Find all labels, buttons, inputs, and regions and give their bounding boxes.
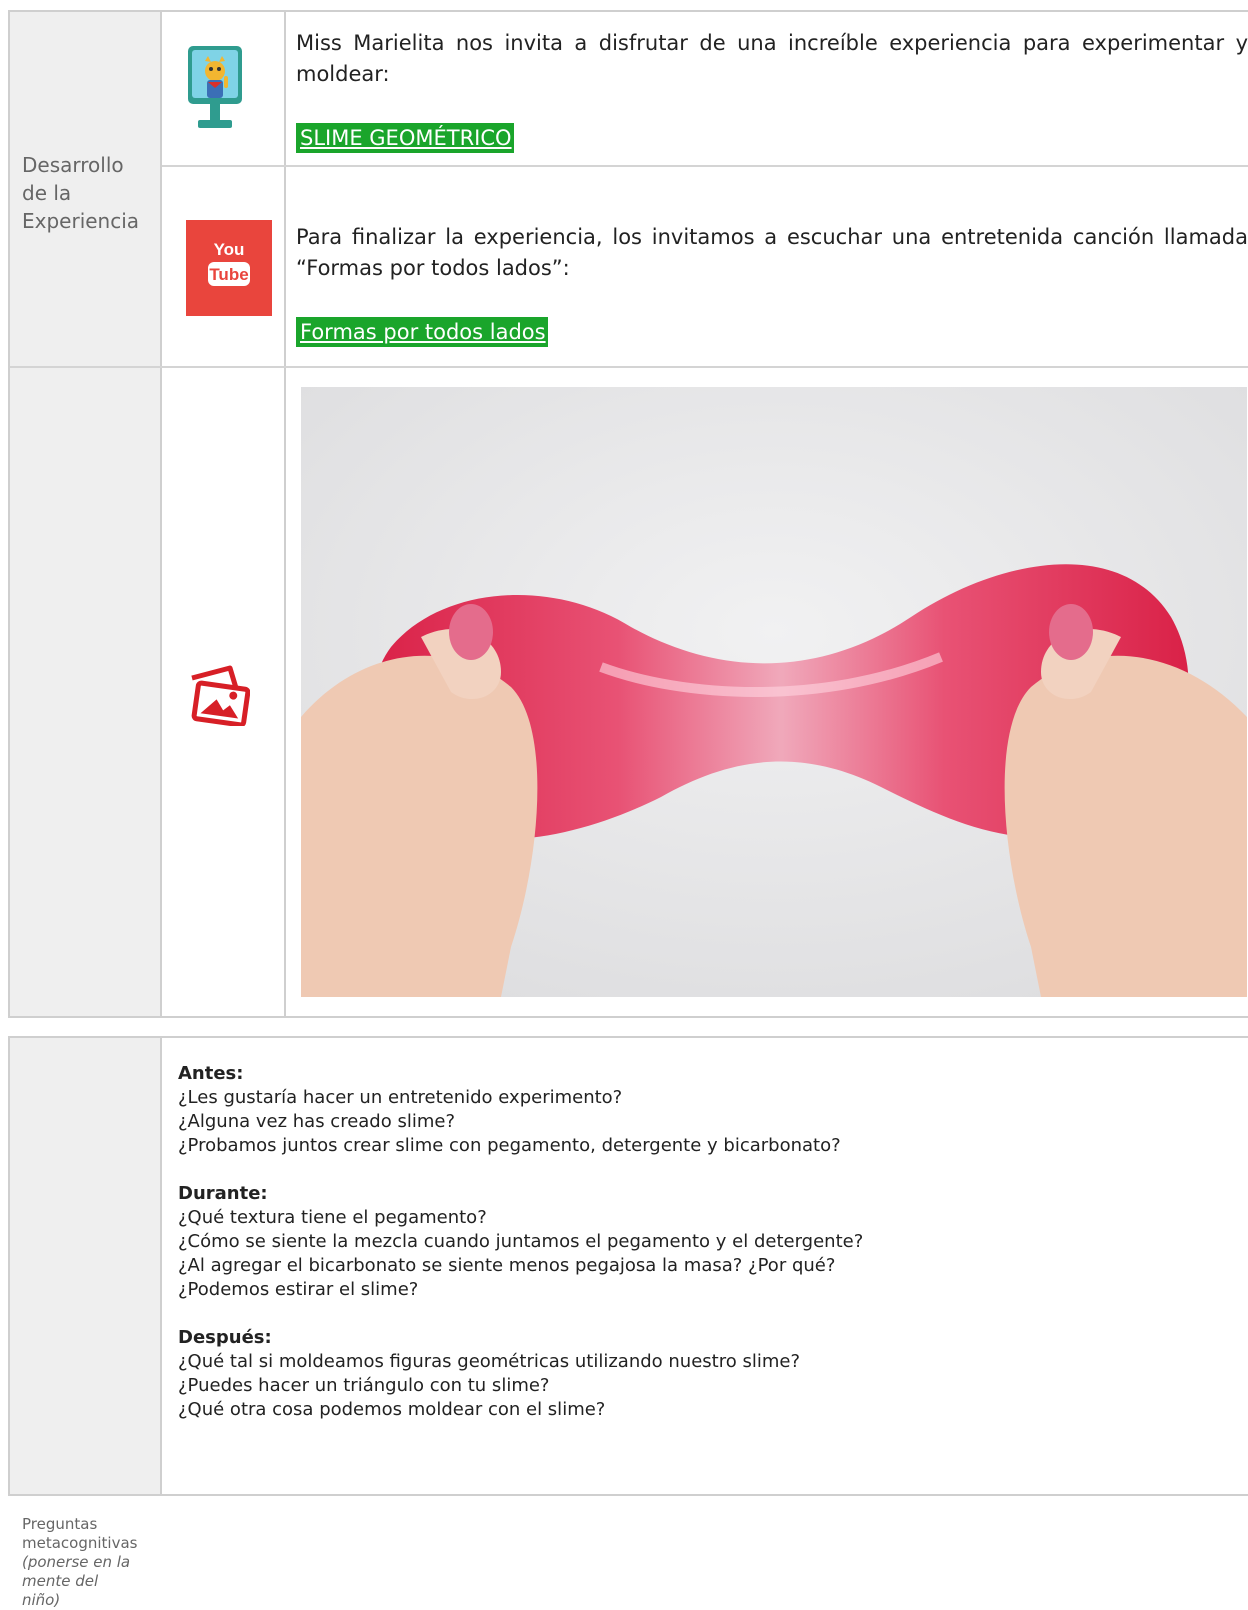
label-line: de la: [22, 181, 72, 205]
question-item: ¿Qué textura tiene el pegamento?: [178, 1207, 487, 1228]
formas-song-link[interactable]: Formas por todos lados: [296, 317, 548, 347]
label-italic-line: mente del: [22, 1572, 99, 1590]
slime-photo: [301, 387, 1247, 997]
label-line: metacognitivas: [22, 1534, 138, 1552]
slime-geometrico-link[interactable]: SLIME GEOMÉTRICO: [296, 123, 514, 153]
label-line: Experiencia: [22, 209, 140, 233]
metacognitive-table: Preguntas metacognitivas (ponerse en la …: [8, 1036, 1248, 1609]
row-divider: [162, 165, 1248, 167]
label-italic-line: (ponerse en la: [22, 1553, 131, 1571]
group-heading-antes: Antes:: [178, 1063, 244, 1084]
image-gallery-icon: [186, 664, 251, 728]
question-item: ¿Cómo se siente la mezcla cuando juntamo…: [178, 1231, 864, 1252]
label-questions: Preguntas metacognitivas (ponerse en la …: [22, 1515, 137, 1610]
group-heading-durante: Durante:: [178, 1183, 268, 1204]
question-item: ¿Puedes hacer un triángulo con tu slime?: [178, 1375, 550, 1396]
question-item: ¿Qué tal si moldeamos figuras geométrica…: [178, 1351, 800, 1372]
computer-monitor-icon: [186, 44, 244, 136]
label-development: Desarrollo de la Experiencia: [22, 151, 139, 235]
song-text: Para finalizar la experiencia, los invit…: [296, 225, 1248, 280]
youtube-icon-text-top: You: [213, 240, 245, 259]
label-italic-line: niño): [22, 1591, 61, 1609]
group-heading-despues: Después:: [178, 1327, 272, 1348]
row-song: Para finalizar la experiencia, los invit…: [296, 222, 1248, 347]
label-cell-development: Desarrollo de la Experiencia: [10, 12, 162, 1016]
question-item: ¿Podemos estirar el slime?: [178, 1279, 419, 1300]
row-divider: [10, 366, 1248, 368]
question-item: ¿Alguna vez has creado slime?: [178, 1111, 456, 1132]
question-item: ¿Les gustaría hacer un entretenido exper…: [178, 1087, 623, 1108]
label-line: Preguntas: [22, 1515, 98, 1533]
icon-column: You Tube: [162, 12, 286, 1016]
question-item: ¿Al agregar el bicarbonato se siente men…: [178, 1255, 836, 1276]
youtube-icon-text-bottom: Tube: [209, 265, 249, 284]
row-slime-intro: Miss Marielita nos invita a disfrutar de…: [296, 28, 1248, 153]
development-table: Desarrollo de la Experiencia You Tube Mi…: [8, 10, 1248, 1018]
intro-text: Miss Marielita nos invita a disfrutar de…: [296, 31, 1248, 86]
question-item: ¿Probamos juntos crear slime con pegamen…: [178, 1135, 841, 1156]
questions-content: Antes: ¿Les gustaría hacer un entretenid…: [178, 1062, 1248, 1422]
youtube-icon: You Tube: [186, 220, 272, 316]
label-line: Desarrollo: [22, 153, 124, 177]
question-item: ¿Qué otra cosa podemos moldear con el sl…: [178, 1399, 606, 1420]
label-cell-questions: Preguntas metacognitivas (ponerse en la …: [10, 1038, 162, 1609]
